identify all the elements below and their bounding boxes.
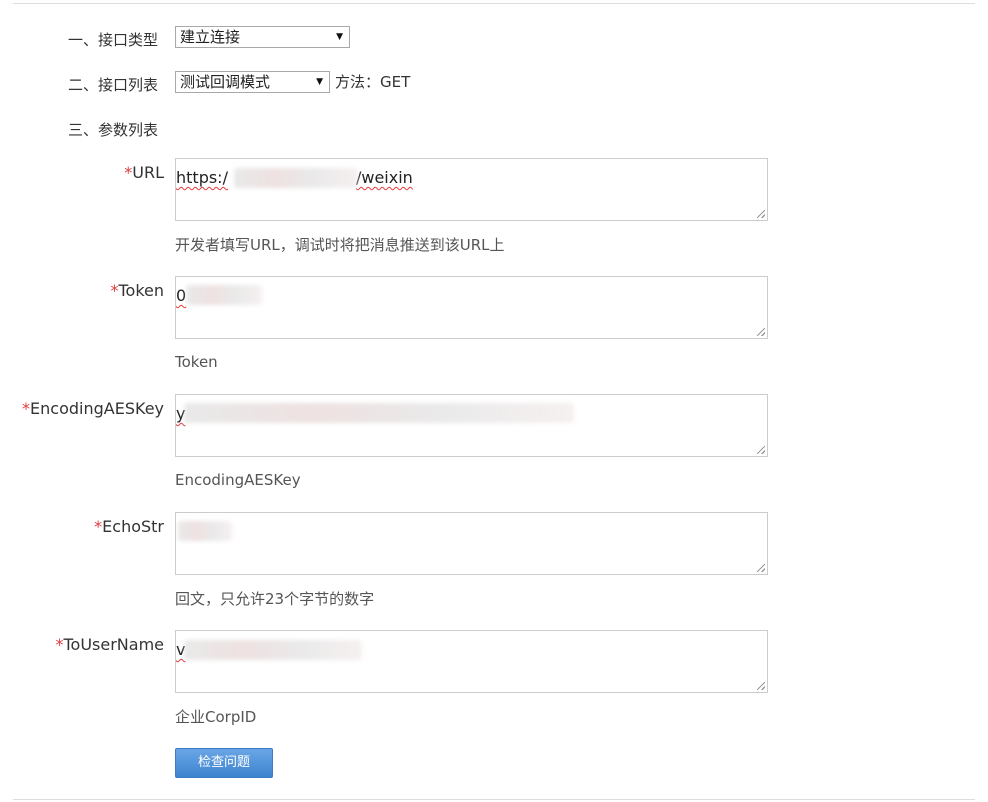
param-list-label: 三、参数列表 — [68, 121, 159, 139]
echostr-hint: 回文，只允许23个字节的数字 — [175, 590, 375, 608]
aeskey-label-text: EncodingAESKey — [30, 399, 164, 418]
interface-type-selected: 建立连接 — [180, 28, 241, 46]
token-value-prefix: 0 — [176, 286, 187, 305]
aeskey-label: *EncodingAESKey — [22, 399, 164, 419]
aeskey-hint: EncodingAESKey — [175, 471, 301, 489]
url-value-suffix: /weixin — [355, 168, 413, 187]
redacted-blur — [234, 168, 358, 188]
echostr-label-text: EchoStr — [102, 517, 164, 536]
resize-grip-icon[interactable] — [757, 564, 765, 572]
debug-tool-form: 一、接口类型 建立连接 ▼ 二、接口列表 测试回调模式 ▼ 方法：GET 三、参… — [0, 0, 988, 802]
token-textarea[interactable]: 0 — [175, 276, 768, 339]
token-label: *Token — [110, 281, 164, 301]
check-problem-button[interactable]: 检查问题 — [175, 748, 273, 778]
url-textarea[interactable]: https:/ /weixin — [175, 158, 768, 221]
redacted-blur — [184, 640, 362, 660]
tousername-label-text: ToUserName — [63, 635, 164, 654]
interface-list-selected: 测试回调模式 — [180, 73, 271, 91]
aeskey-textarea[interactable]: y — [175, 394, 768, 457]
required-star: * — [94, 517, 103, 536]
tousername-hint: 企业CorpID — [175, 708, 257, 726]
tousername-textarea[interactable]: v — [175, 630, 768, 693]
redacted-blur — [184, 403, 574, 423]
interface-type-label: 一、接口类型 — [68, 31, 159, 49]
chevron-down-icon: ▼ — [316, 77, 323, 87]
resize-grip-icon[interactable] — [757, 446, 765, 454]
method-text: 方法：GET — [335, 73, 411, 91]
url-label-text: URL — [132, 163, 164, 182]
url-value-prefix: https:/ — [176, 168, 228, 187]
resize-grip-icon[interactable] — [757, 210, 765, 218]
echostr-label: *EchoStr — [94, 517, 164, 537]
top-divider — [13, 3, 975, 4]
redacted-blur — [186, 285, 262, 305]
resize-grip-icon[interactable] — [757, 682, 765, 690]
redacted-blur — [178, 521, 232, 541]
token-label-text: Token — [118, 281, 164, 300]
echostr-textarea[interactable] — [175, 512, 768, 575]
required-star: * — [22, 399, 31, 418]
token-hint: Token — [175, 353, 218, 371]
chevron-down-icon: ▼ — [336, 32, 343, 42]
url-label: *URL — [124, 163, 164, 183]
resize-grip-icon[interactable] — [757, 328, 765, 336]
tousername-label: *ToUserName — [55, 635, 164, 655]
interface-list-label: 二、接口列表 — [68, 76, 159, 94]
url-hint: 开发者填写URL，调试时将把消息推送到该URL上 — [175, 236, 505, 254]
bottom-divider — [13, 799, 975, 800]
interface-list-select[interactable]: 测试回调模式 ▼ — [175, 71, 330, 93]
interface-type-select[interactable]: 建立连接 ▼ — [175, 26, 350, 48]
